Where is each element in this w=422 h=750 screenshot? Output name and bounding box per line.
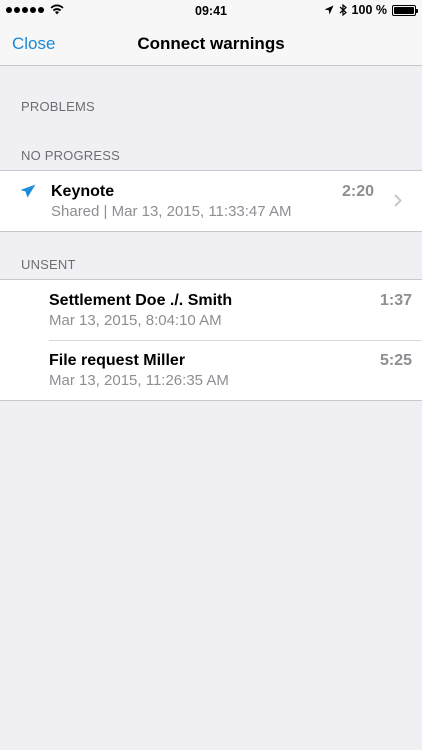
battery-percent: 100 % [351,3,387,17]
item-title: File request Miller [49,352,186,369]
section-header-unsent: UNSENT [21,257,76,272]
section-header-problems: PROBLEMS [21,99,95,114]
battery-icon [392,4,418,16]
item-time: 5:25 [379,352,412,369]
status-bar: 09:41 100 % [0,0,422,22]
no-progress-list: Keynote Shared | Mar 13, 2015, 11:33:47 … [0,170,422,232]
location-arrow-icon [324,5,334,15]
item-title: Keynote [51,183,115,200]
list-item[interactable]: Keynote Shared | Mar 13, 2015, 11:33:47 … [0,171,422,231]
item-subtitle: Mar 13, 2015, 8:04:10 AM [49,312,222,329]
paper-plane-icon [20,184,36,198]
item-subtitle: Mar 13, 2015, 11:26:35 AM [49,372,229,389]
status-indicators: 100 % [324,3,418,17]
chevron-right-icon [394,194,402,207]
item-subtitle: Shared | Mar 13, 2015, 11:33:47 AM [51,203,292,220]
item-time: 1:37 [379,292,412,309]
bluetooth-icon [339,4,347,16]
battery-fill [394,6,414,14]
navigation-bar: Close Connect warnings [0,22,422,66]
unsent-list: Settlement Doe ./. Smith Mar 13, 2015, 8… [0,279,422,401]
list-item[interactable]: File request Miller Mar 13, 2015, 11:26:… [0,340,422,400]
section-header-no-progress: NO PROGRESS [21,148,120,163]
list-item[interactable]: Settlement Doe ./. Smith Mar 13, 2015, 8… [0,280,422,340]
page-title: Connect warnings [137,34,285,53]
item-title: Settlement Doe ./. Smith [49,292,233,309]
item-time: 2:20 [341,183,374,200]
